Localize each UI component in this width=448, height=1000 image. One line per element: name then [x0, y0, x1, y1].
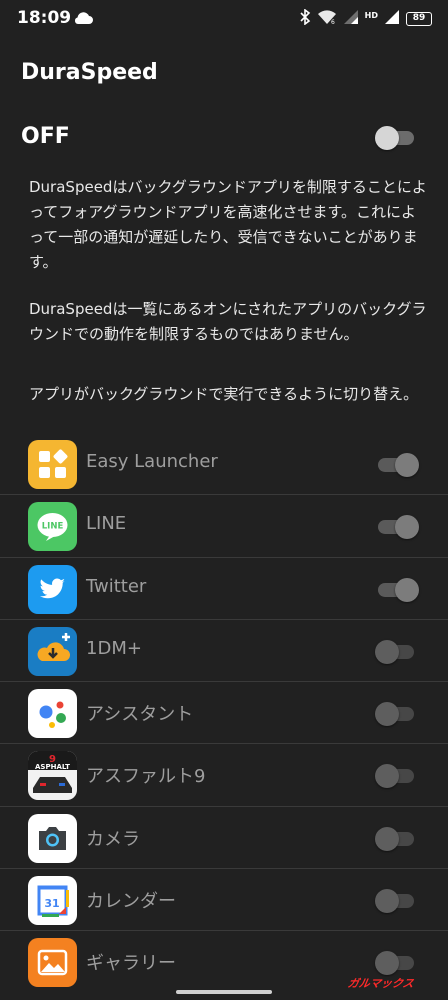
- app-toggle-switch[interactable]: [375, 577, 423, 602]
- app-row-camera[interactable]: カメラ: [0, 807, 448, 870]
- description-2: DuraSpeedは一覧にあるオンにされたアプリのバックグラウンドでの動作を制限…: [29, 300, 427, 343]
- bluetooth-icon: [299, 8, 311, 29]
- app-name: Twitter: [86, 575, 147, 597]
- page-title: DuraSpeed: [21, 60, 158, 85]
- cloud-icon: [72, 10, 94, 29]
- switch-thumb: [375, 951, 399, 976]
- description-1: DuraSpeedはバックグラウンドアプリを制限することによってフォアグラウンド…: [29, 178, 427, 271]
- app-row-calendar[interactable]: 31 カレンダー: [0, 869, 448, 932]
- calendar-day: 31: [44, 897, 59, 910]
- signal-icon-1: [343, 9, 359, 29]
- network-type-label: HD: [364, 10, 378, 20]
- app-toggle-switch[interactable]: [375, 950, 423, 976]
- svg-text:6: 6: [331, 19, 335, 25]
- app-toggle-switch[interactable]: [375, 701, 423, 727]
- app-row-twitter[interactable]: Twitter: [0, 558, 448, 620]
- app-name: 1DM+: [86, 637, 142, 659]
- master-toggle-label: OFF: [21, 124, 70, 149]
- app-row-assistant[interactable]: アシスタント: [0, 682, 448, 745]
- switch-thumb: [395, 515, 419, 540]
- app-toggle-switch[interactable]: [375, 763, 423, 789]
- app-toggle-switch[interactable]: [375, 514, 423, 540]
- app-list: Easy Launcher LINE LINE Twitter 1DM+ アシス…: [0, 433, 448, 993]
- description-3: アプリがバックグラウンドで実行できるように切り替え。: [29, 385, 419, 403]
- navigation-handle[interactable]: [176, 990, 272, 994]
- wifi-icon: 6: [317, 9, 337, 29]
- line-icon: LINE: [28, 502, 77, 552]
- app-toggle-switch[interactable]: [375, 826, 423, 851]
- battery-level: 89: [412, 13, 426, 23]
- app-name: アスファルト9: [86, 766, 206, 788]
- switch-thumb: [375, 826, 399, 851]
- switch-thumb: [395, 577, 419, 602]
- gallery-icon: [28, 938, 77, 988]
- switch-thumb: [375, 889, 399, 914]
- app-row-asphalt9[interactable]: 9 ASPHALT アスファルト9: [0, 744, 448, 807]
- asphalt-word: ASPHALT: [35, 763, 70, 771]
- twitter-icon: [28, 564, 77, 614]
- app-name: カレンダー: [86, 891, 176, 913]
- switch-thumb: [375, 702, 399, 727]
- status-icons: 6 HD 89: [299, 8, 432, 29]
- signal-icon-2: [384, 9, 400, 29]
- switch-thumb: [375, 126, 399, 150]
- app-name: ギャラリー: [86, 953, 176, 975]
- app-name: Easy Launcher: [86, 451, 218, 472]
- assistant-icon: [28, 689, 77, 739]
- app-name: アシスタント: [86, 704, 194, 726]
- 1dm-icon: [28, 626, 77, 676]
- master-toggle-switch[interactable]: [375, 125, 423, 150]
- app-name: カメラ: [86, 828, 140, 850]
- app-toggle-switch[interactable]: [375, 639, 423, 664]
- status-time: 18:09: [17, 8, 72, 28]
- app-name: LINE: [86, 513, 127, 535]
- line-icon-text: LINE: [42, 522, 64, 532]
- app-row-line[interactable]: LINE LINE: [0, 495, 448, 558]
- status-bar: 18:09 6 HD 89: [0, 0, 448, 36]
- battery-icon: 89: [406, 12, 432, 26]
- app-toggle-switch[interactable]: [375, 452, 423, 477]
- switch-thumb: [375, 764, 399, 789]
- camera-icon: [28, 813, 77, 863]
- calendar-icon: 31: [28, 876, 77, 926]
- easy-launcher-icon: [28, 440, 77, 489]
- app-toggle-switch[interactable]: [375, 888, 423, 914]
- asphalt9-icon: 9 ASPHALT: [28, 751, 77, 801]
- app-row-easy-launcher[interactable]: Easy Launcher: [0, 433, 448, 496]
- switch-thumb: [375, 639, 399, 664]
- switch-thumb: [395, 453, 419, 477]
- watermark: ガルマックス: [346, 977, 415, 990]
- app-row-1dm[interactable]: 1DM+: [0, 620, 448, 683]
